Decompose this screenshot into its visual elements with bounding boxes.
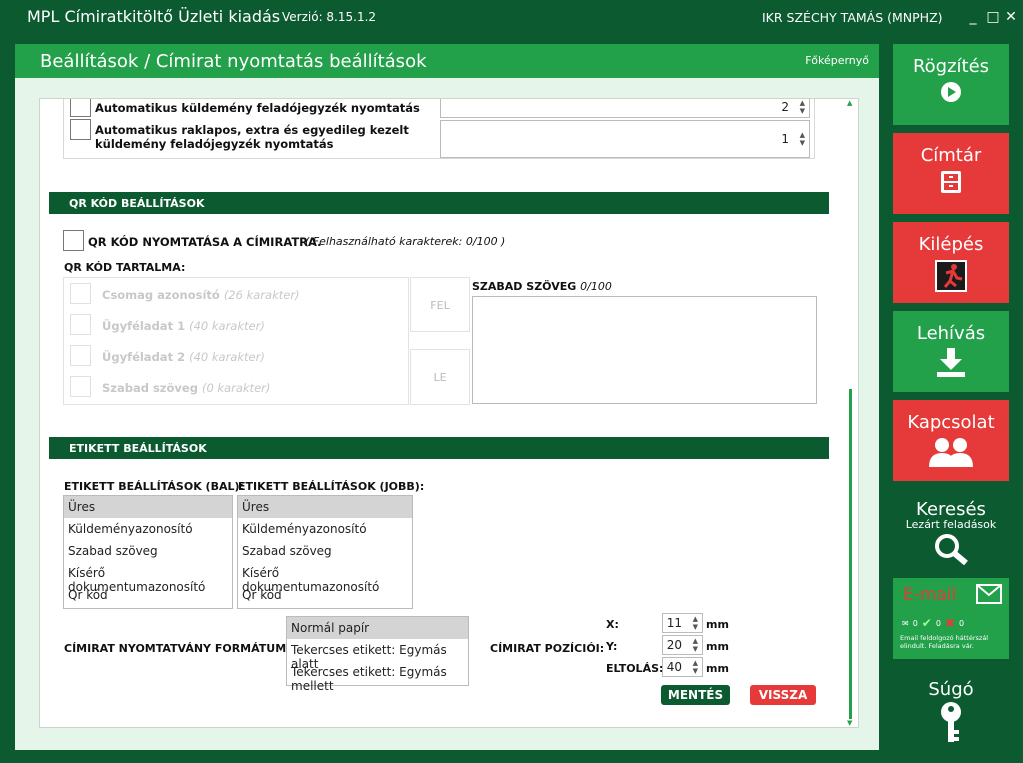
- help-button[interactable]: Súgó: [893, 667, 1009, 748]
- spin-arrows-icon[interactable]: ▲ ▼: [693, 637, 698, 653]
- exit-icon: [893, 259, 1009, 298]
- free-text-label: SZABAD SZÖVEG 0/100: [472, 280, 612, 293]
- x-label: X:: [606, 618, 619, 631]
- search-button[interactable]: Keresés Lezárt feladások: [893, 489, 1009, 570]
- position-title: CÍMIRAT POZÍCIÓI:: [490, 642, 605, 655]
- list-item[interactable]: Tekercses etikett: Egymás mellett: [287, 661, 468, 693]
- list-item[interactable]: Küldeményazonosító: [238, 518, 412, 540]
- exit-button[interactable]: Kilépés: [893, 222, 1009, 303]
- list-item[interactable]: Küldeményazonosító: [64, 518, 232, 540]
- y-label: Y:: [606, 640, 618, 653]
- play-icon: [893, 81, 1009, 108]
- label-section-header: ETIKETT BEÁLLÍTÁSOK: [49, 437, 829, 459]
- right-label-title: ETIKETT BEÁLLÍTÁSOK (JOBB):: [238, 480, 425, 493]
- page-header: Beállítások / Címirat nyomtatás beállítá…: [15, 44, 879, 78]
- auto-pallet-list-label: Automatikus raklapos, extra és egyedileg…: [95, 123, 409, 151]
- download-icon: [893, 348, 1009, 383]
- x-input[interactable]: 11 ▲ ▼: [662, 613, 703, 633]
- qr-item-label: Csomag azonosító (26 karakter): [102, 288, 300, 302]
- auto-list-label: Automatikus küldemény feladójegyzék nyom…: [95, 101, 420, 115]
- move-down-button[interactable]: LE: [410, 349, 470, 405]
- list-item[interactable]: Normál papír: [287, 617, 468, 639]
- qr-print-checkbox[interactable]: [63, 230, 84, 251]
- spin-arrows-icon[interactable]: ▲ ▼: [693, 659, 698, 675]
- free-text-input[interactable]: [472, 296, 817, 404]
- minimize-button[interactable]: _: [966, 8, 980, 26]
- cross-icon: ✖: [944, 616, 956, 630]
- qr-item-label: Ügyféladat 2 (40 karakter): [102, 350, 265, 364]
- email-status-note: Email feldolgozó háttérszál elindult. Fe…: [900, 634, 989, 650]
- qr-item-label: Ügyféladat 1 (40 karakter): [102, 319, 265, 333]
- mail-icon: ✉: [902, 618, 909, 628]
- envelope-icon: [976, 584, 1002, 608]
- format-title: CÍMIRAT NYOMTATVÁNY FORMÁTUMA:: [64, 642, 300, 655]
- move-up-button[interactable]: FEL: [410, 277, 470, 332]
- download-button[interactable]: Lehívás: [893, 311, 1009, 392]
- qr-item-label: Szabad szöveg (0 karakter): [102, 381, 271, 395]
- main-panel: Beállítások / Címirat nyomtatás beállítá…: [15, 44, 879, 750]
- list-item[interactable]: Üres: [64, 496, 232, 518]
- cabinet-icon: [893, 170, 1009, 199]
- left-label-title: ETIKETT BEÁLLÍTÁSOK (BAL):: [64, 480, 244, 493]
- right-label-list[interactable]: Üres Küldeményazonosító Szabad szöveg Kí…: [237, 495, 413, 609]
- version-label: Verzió: 8.15.1.2: [282, 10, 377, 24]
- offset-unit: mm: [706, 662, 729, 675]
- save-button[interactable]: MENTÉS: [661, 685, 730, 705]
- spin-arrows-icon[interactable]: ▲ ▼: [800, 99, 805, 115]
- qr-section-header: QR KÓD BEÁLLÍTÁSOK: [49, 192, 829, 214]
- y-unit: mm: [706, 640, 729, 653]
- scroll-thumb[interactable]: [849, 389, 852, 719]
- users-icon: [893, 437, 1009, 472]
- email-panel[interactable]: E-mail ✉ 0 ✔ 0 ✖ 0 Email feldolgozó háttérs…: [893, 578, 1009, 659]
- scroll-down-icon[interactable]: ▼: [847, 719, 852, 727]
- auto-pallet-list-count[interactable]: 1 ▲ ▼: [440, 120, 810, 158]
- list-item[interactable]: Kísérő dokumentumazonosító: [64, 562, 232, 594]
- page-title: Beállítások / Címirat nyomtatás beállítá…: [40, 51, 427, 72]
- qr-item-checkbox[interactable]: [70, 345, 91, 366]
- list-item[interactable]: Szabad szöveg: [64, 540, 232, 562]
- qr-print-note: ( Felhasználható karakterek: 0/100 ): [305, 235, 506, 248]
- maximize-button[interactable]: □: [986, 8, 1000, 26]
- key-icon: [893, 700, 1009, 749]
- close-button[interactable]: ✕: [1004, 8, 1018, 26]
- magnifier-icon: [893, 533, 1009, 570]
- qr-item-checkbox[interactable]: [70, 314, 91, 335]
- title-bar: MPL Címiratkitöltő Üzleti kiadás Verzió:…: [0, 0, 1023, 36]
- list-item[interactable]: Üres: [238, 496, 412, 518]
- offset-input[interactable]: 40 ▲ ▼: [662, 657, 703, 677]
- contact-button[interactable]: Kapcsolat: [893, 400, 1009, 481]
- qr-item-checkbox[interactable]: [70, 283, 91, 304]
- auto-list-count[interactable]: 2 ▲ ▼: [440, 99, 810, 118]
- app-title: MPL Címiratkitöltő Üzleti kiadás: [27, 7, 281, 26]
- record-button[interactable]: Rögzítés: [893, 44, 1009, 125]
- x-unit: mm: [706, 618, 729, 631]
- y-input[interactable]: 20 ▲ ▼: [662, 635, 703, 655]
- spin-arrows-icon[interactable]: ▲ ▼: [693, 615, 698, 631]
- qr-item-checkbox[interactable]: [70, 376, 91, 397]
- addressbook-button[interactable]: Címtár: [893, 133, 1009, 214]
- settings-content: Automatikus küldemény feladójegyzék nyom…: [39, 98, 859, 728]
- home-link[interactable]: Főképernyő: [805, 54, 869, 67]
- format-list[interactable]: Normál papír Tekercses etikett: Egymás a…: [286, 616, 469, 693]
- user-label: IKR SZÉCHY TAMÁS (MNPHZ): [762, 10, 943, 25]
- auto-pallet-list-checkbox[interactable]: [70, 119, 91, 140]
- scrollbar[interactable]: ▲ ▼: [846, 99, 856, 727]
- list-item[interactable]: Szabad szöveg: [238, 540, 412, 562]
- qr-print-label: QR KÓD NYOMTATÁSA A CÍMIRATRA.: [88, 235, 322, 249]
- list-item[interactable]: Tekercses etikett: Egymás alatt: [287, 639, 468, 671]
- qr-content-title: QR KÓD TARTALMA:: [64, 261, 186, 274]
- email-title: E-mail: [903, 585, 957, 605]
- left-label-list[interactable]: Üres Küldeményazonosító Szabad szöveg Kí…: [63, 495, 233, 609]
- search-subtitle: Lezárt feladások: [905, 518, 997, 531]
- spin-arrows-icon[interactable]: ▲ ▼: [800, 131, 805, 147]
- check-icon: ✔: [921, 616, 932, 630]
- back-button[interactable]: VISSZA: [750, 685, 816, 705]
- list-item[interactable]: Kísérő dokumentumazonosító: [238, 562, 412, 594]
- auto-list-checkbox[interactable]: [70, 99, 91, 117]
- offset-label: ELTOLÁS:: [606, 662, 664, 675]
- email-status-row: ✉ 0 ✔ 0 ✖ 0: [902, 616, 965, 630]
- scroll-up-icon[interactable]: ▲: [847, 99, 852, 107]
